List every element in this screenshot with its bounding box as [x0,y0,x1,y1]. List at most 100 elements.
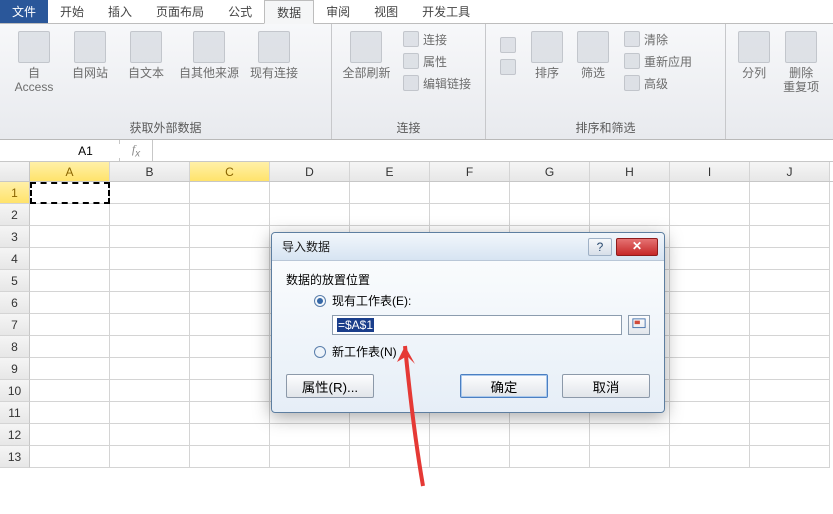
from-web-button[interactable]: 自网站 [62,29,118,82]
row-header[interactable]: 11 [0,402,30,424]
cell[interactable] [350,446,430,468]
cell[interactable] [30,182,110,204]
tab-home[interactable]: 开始 [48,0,96,23]
cell[interactable] [190,292,270,314]
remove-duplicates-button[interactable]: 删除重复项 [776,29,826,96]
tab-review[interactable]: 审阅 [314,0,362,23]
cell[interactable] [750,226,830,248]
col-header[interactable]: I [670,162,750,181]
cell[interactable] [190,424,270,446]
cell[interactable] [110,314,190,336]
col-header[interactable]: J [750,162,830,181]
cell[interactable] [190,402,270,424]
cell[interactable] [190,358,270,380]
cancel-button[interactable]: 取消 [562,374,650,398]
cell[interactable] [670,226,750,248]
cell[interactable] [190,336,270,358]
cell[interactable] [670,204,750,226]
existing-sheet-option[interactable]: 现有工作表(E): [314,292,650,309]
row-header[interactable]: 13 [0,446,30,468]
properties-button-dialog[interactable]: 属性(R)... [286,374,374,398]
from-text-button[interactable]: 自文本 [118,29,174,82]
tab-view[interactable]: 视图 [362,0,410,23]
sort-button[interactable]: 排序 [524,29,570,82]
cell[interactable] [110,424,190,446]
cell[interactable] [510,204,590,226]
row-header[interactable]: 5 [0,270,30,292]
cell[interactable] [590,424,670,446]
cell[interactable] [750,182,830,204]
tab-file[interactable]: 文件 [0,0,48,23]
cell[interactable] [110,182,190,204]
cell[interactable] [110,358,190,380]
cell[interactable] [30,314,110,336]
row-header[interactable]: 10 [0,380,30,402]
cell[interactable] [30,204,110,226]
tab-developer[interactable]: 开发工具 [410,0,482,23]
cell[interactable] [30,226,110,248]
cell[interactable] [30,292,110,314]
cell[interactable] [750,204,830,226]
col-header[interactable]: E [350,162,430,181]
cell[interactable] [670,446,750,468]
row-header[interactable]: 8 [0,336,30,358]
cell[interactable] [430,204,510,226]
cell[interactable] [430,182,510,204]
radio-new-sheet[interactable] [314,346,326,358]
cell[interactable] [110,380,190,402]
cell[interactable] [670,270,750,292]
cell[interactable] [190,314,270,336]
new-sheet-option[interactable]: 新工作表(N) [314,343,650,360]
cell[interactable] [670,314,750,336]
cell[interactable] [670,292,750,314]
cell[interactable] [750,402,830,424]
row-header[interactable]: 1 [0,182,30,204]
cell[interactable] [30,270,110,292]
cell[interactable] [670,380,750,402]
select-all-corner[interactable] [0,162,30,181]
cell[interactable] [510,446,590,468]
cell[interactable] [350,424,430,446]
cell[interactable] [190,226,270,248]
cell[interactable] [30,336,110,358]
text-to-columns-button[interactable]: 分列 [732,29,776,82]
refresh-all-button[interactable]: 全部刷新 [338,29,395,82]
col-header[interactable]: G [510,162,590,181]
sort-za-button[interactable] [496,57,520,77]
cell[interactable] [30,380,110,402]
cell[interactable] [750,336,830,358]
advanced-filter-button[interactable]: 高级 [620,73,696,93]
cell[interactable] [350,182,430,204]
cell[interactable] [270,182,350,204]
cell[interactable] [430,446,510,468]
cell[interactable] [670,402,750,424]
row-header[interactable]: 6 [0,292,30,314]
cell[interactable] [30,358,110,380]
clear-filter-button[interactable]: 清除 [620,29,696,49]
cell[interactable] [670,336,750,358]
fx-icon[interactable]: fx [128,142,144,159]
connections-button[interactable]: 连接 [399,29,475,49]
cell[interactable] [190,248,270,270]
range-picker-button[interactable] [628,315,650,335]
cell[interactable] [750,424,830,446]
cell[interactable] [110,226,190,248]
cell[interactable] [750,446,830,468]
edit-links-button[interactable]: 编辑链接 [399,73,475,93]
col-header[interactable]: B [110,162,190,181]
cell[interactable] [750,358,830,380]
cell[interactable] [190,204,270,226]
cell[interactable] [750,380,830,402]
cell[interactable] [270,446,350,468]
row-header[interactable]: 12 [0,424,30,446]
radio-existing-sheet[interactable] [314,295,326,307]
row-header[interactable]: 9 [0,358,30,380]
row-header[interactable]: 2 [0,204,30,226]
cell[interactable] [30,446,110,468]
cell[interactable] [750,270,830,292]
cell[interactable] [430,424,510,446]
cell[interactable] [590,204,670,226]
cell[interactable] [30,402,110,424]
cell[interactable] [190,380,270,402]
cell[interactable] [670,424,750,446]
